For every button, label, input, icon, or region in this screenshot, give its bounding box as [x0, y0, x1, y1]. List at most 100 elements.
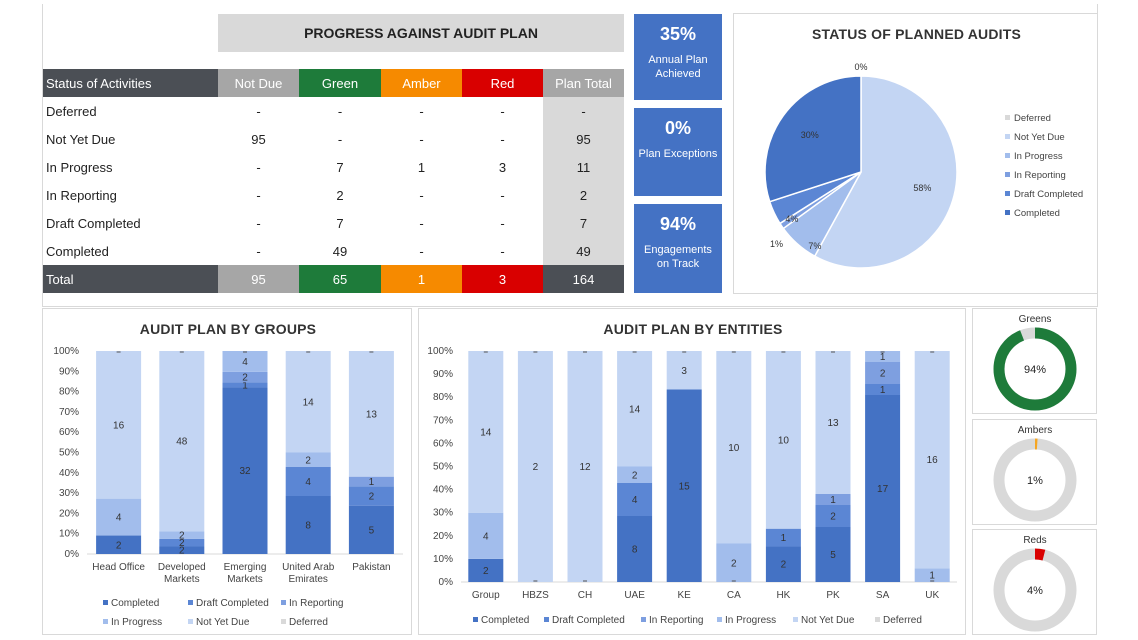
ambers-donut-panel: Ambers 1%: [972, 419, 1097, 525]
cell-plan-total: 7: [543, 209, 624, 237]
donut-title: Greens: [1019, 314, 1052, 325]
bar-data-label: 16: [113, 420, 125, 431]
x-tick-label: CH: [578, 590, 592, 601]
y-tick-label: 40%: [433, 485, 453, 496]
y-tick-label: 60%: [59, 427, 79, 438]
frame-mid-line: [42, 306, 1098, 307]
legend-swatch: [188, 600, 193, 605]
bar-data-label: 4: [116, 513, 122, 524]
row-label: Deferred: [46, 103, 97, 119]
legend-label: In Progress: [1014, 151, 1063, 162]
y-tick-label: 20%: [433, 531, 453, 542]
legend-swatch: [473, 617, 478, 622]
legend-swatch: [1005, 134, 1010, 139]
cell-plan-total: 2: [543, 181, 624, 209]
bar-data-label: 14: [629, 404, 641, 415]
y-tick-label: 60%: [433, 438, 453, 449]
bar-data-label: 4: [483, 531, 489, 542]
legend-swatch: [281, 600, 286, 605]
cell-red: -: [500, 215, 505, 231]
legend-label: Deferred: [883, 615, 922, 626]
legend-label: In Reporting: [649, 615, 703, 626]
pie-data-label: 7%: [808, 241, 821, 251]
x-tick-label: Markets: [164, 574, 200, 585]
bar-data-label: 1: [929, 571, 935, 582]
table-row: Completed - 49 - - 49: [43, 237, 624, 265]
row-label: Not Yet Due: [46, 131, 116, 147]
header-not-due: Not Due: [218, 69, 299, 97]
y-tick-label: 50%: [433, 462, 453, 473]
cell-green: -: [337, 131, 343, 147]
y-tick-label: 70%: [59, 407, 79, 418]
x-tick-label: HBZS: [522, 590, 549, 601]
bar-data-label: 32: [239, 466, 251, 477]
bar-data-label: 4: [242, 357, 248, 368]
y-tick-label: 70%: [433, 415, 453, 426]
y-tick-label: 100%: [427, 346, 453, 357]
cell-amber: -: [419, 243, 424, 259]
legend-swatch: [1005, 191, 1010, 196]
y-tick-label: 90%: [59, 366, 79, 377]
progress-table-title: PROGRESS AGAINST AUDIT PLAN: [218, 14, 624, 52]
table-row: Deferred - - - - -: [43, 97, 624, 125]
kpi-engagements-on-track: 94% Engagements on Track: [634, 204, 722, 293]
kpi-value: 35%: [659, 24, 697, 44]
progress-table: Status of Activities Not Due Green Amber…: [43, 69, 624, 293]
chart-legend-item: Not Yet Due: [188, 617, 250, 628]
y-tick-label: 30%: [433, 508, 453, 519]
bar-data-label: 2: [116, 540, 122, 551]
pie-legend-item: In Progress: [1005, 151, 1063, 162]
legend-label: Deferred: [1014, 113, 1051, 124]
bar-data-label: 2: [483, 566, 489, 577]
chart-legend-item: Completed: [103, 598, 159, 609]
bar-data-label: 2: [632, 470, 638, 481]
row-label: In Reporting: [46, 187, 117, 203]
cell-not-due: -: [256, 103, 261, 119]
cell-amber: -: [419, 131, 424, 147]
y-tick-label: 40%: [59, 468, 79, 479]
status-pie-chart: 0% 58% 7% 1% 4% 30% Deferred Not Yet Due In Prog…: [764, 62, 1083, 269]
groups-stacked-chart: 0% 10% 20% 30% 40% 50% 60% 70% 80% 90% 100% 2 4 16 Hea…: [53, 346, 403, 628]
y-tick-label: 0%: [439, 577, 454, 588]
y-tick-label: 50%: [59, 448, 79, 459]
cell-not-due: -: [256, 243, 261, 259]
bar-data-label: 2: [533, 462, 539, 473]
table-row: Draft Completed - 7 - - 7: [43, 209, 624, 237]
bar-data-label: 2: [179, 531, 185, 542]
x-tick-label: Pakistan: [352, 562, 390, 573]
legend-swatch: [1005, 210, 1010, 215]
cell-not-due: -: [256, 215, 261, 231]
x-tick-label: Markets: [227, 574, 263, 585]
table-row: In Progress - 7 1 3 11: [43, 153, 624, 181]
cell-amber: -: [419, 187, 424, 203]
row-label: Draft Completed: [46, 215, 141, 231]
header-red: Red: [462, 69, 543, 97]
kpi-label: Annual Plan Achieved: [648, 54, 708, 80]
legend-swatch: [1005, 172, 1010, 177]
legend-swatch: [875, 617, 880, 622]
bar-data-label: 48: [176, 437, 188, 448]
bar-data-label: 2: [781, 560, 787, 571]
kpi-label: Engagements on Track: [644, 244, 712, 270]
y-tick-label: 10%: [433, 554, 453, 565]
chart-legend-item: Deferred: [875, 615, 922, 626]
table-row: Not Yet Due 95 - - - 95: [43, 125, 624, 153]
y-tick-label: 20%: [59, 508, 79, 519]
cell-plan-total: -: [543, 97, 624, 125]
bar-data-label: 14: [303, 397, 315, 408]
reds-donut-panel: Reds 4%: [972, 529, 1097, 635]
legend-label: Draft Completed: [552, 615, 625, 626]
donut-title: Reds: [1023, 535, 1046, 546]
kpi-annual-plan-achieved: 35% Annual Plan Achieved: [634, 14, 722, 100]
donut-value: 94%: [1024, 364, 1046, 376]
legend-swatch: [1005, 115, 1010, 120]
chart-legend-item: In Reporting: [281, 598, 343, 609]
legend-label: In Reporting: [289, 598, 343, 609]
bar-data-label: 5: [830, 550, 836, 561]
table-row: In Reporting - 2 - - 2: [43, 181, 624, 209]
pie-legend-item: In Reporting: [1005, 170, 1066, 181]
cell-red: -: [500, 243, 505, 259]
bar-data-label: 3: [681, 366, 687, 377]
cell-green: 49: [332, 243, 348, 259]
total-green: 65: [299, 265, 381, 293]
